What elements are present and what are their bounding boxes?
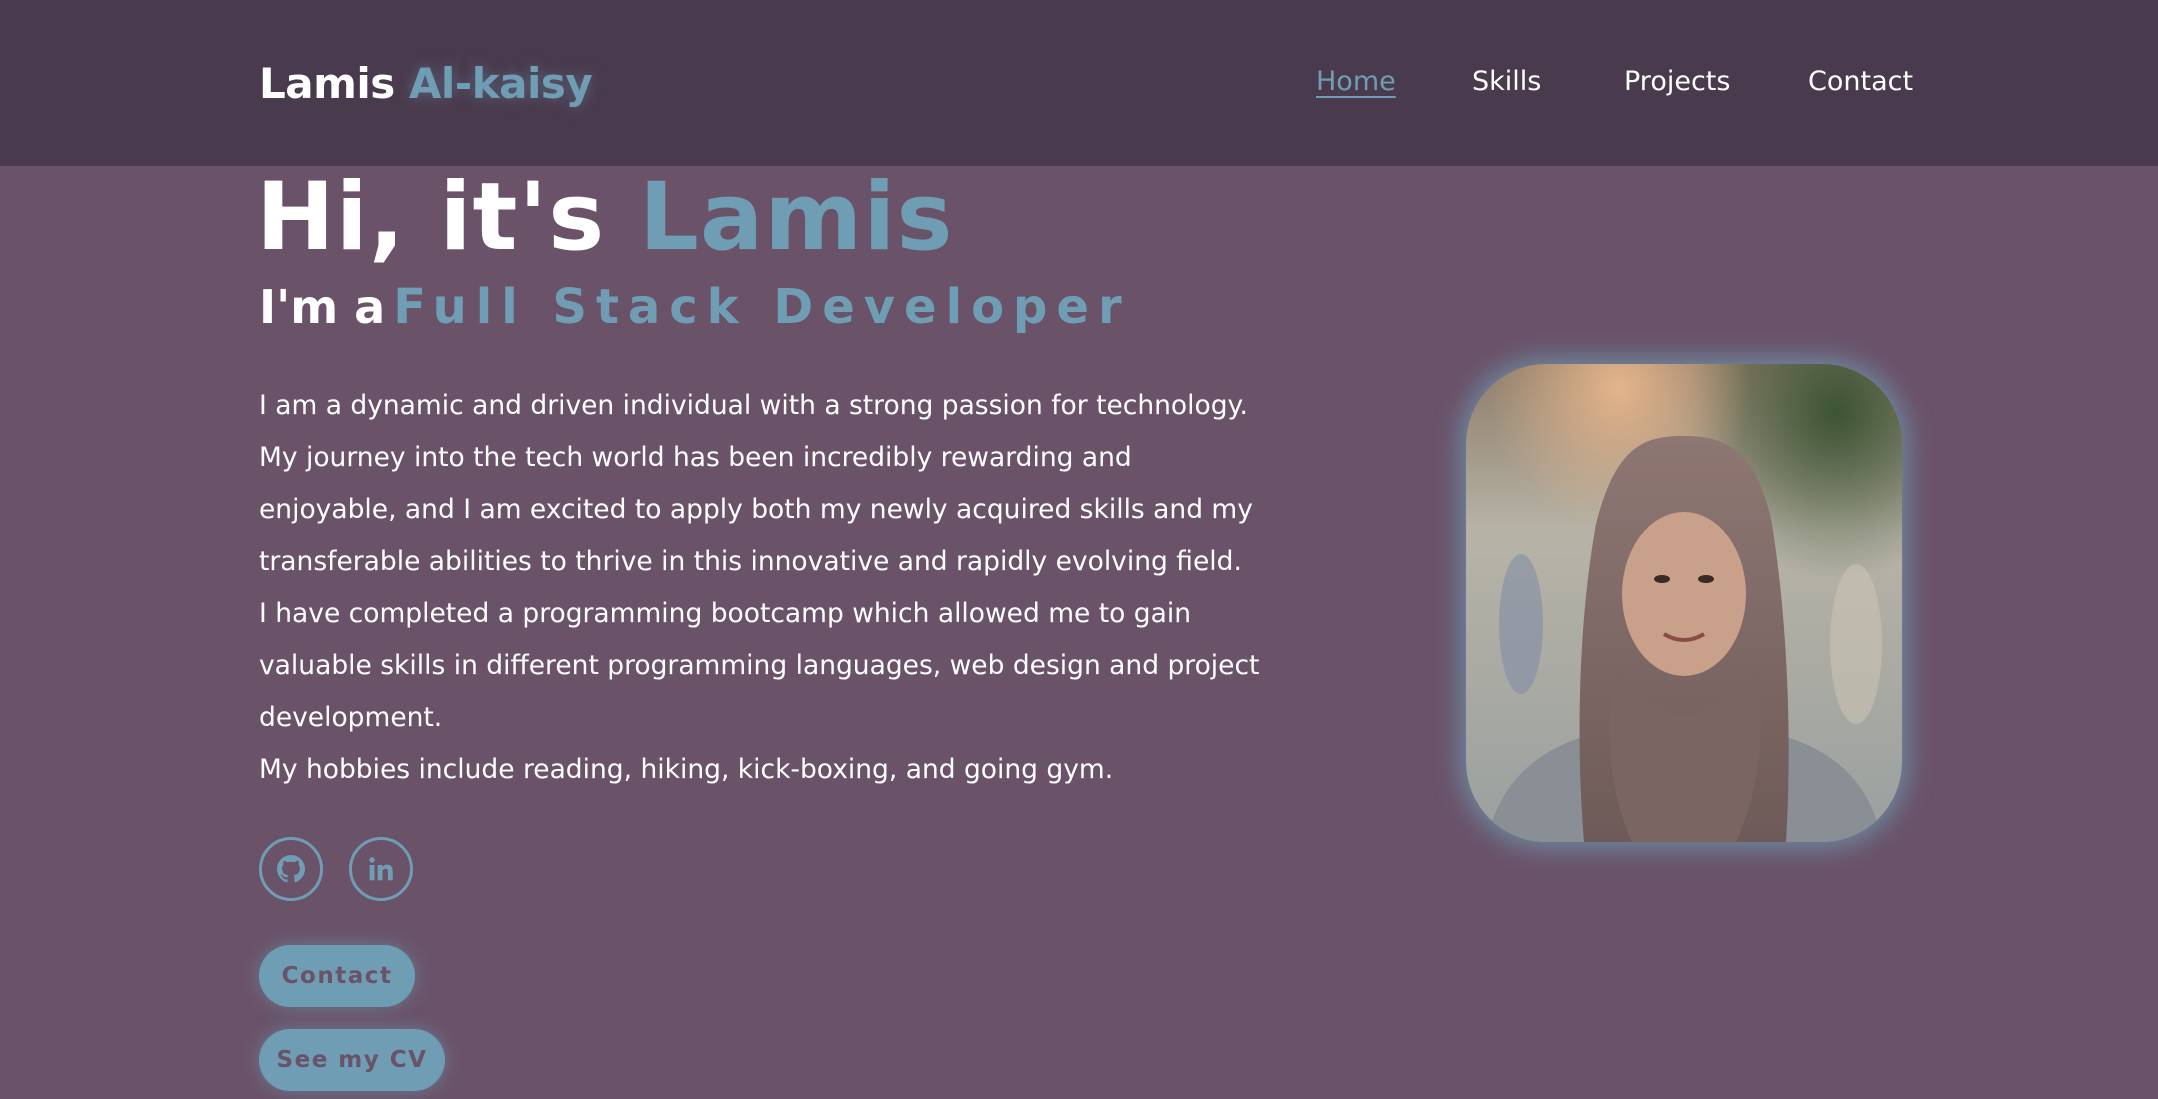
hero-greeting: Hi, it's — [256, 163, 606, 272]
hero-name: Lamis — [638, 163, 954, 272]
see-cv-button[interactable]: See my CV — [259, 1029, 445, 1091]
site-header: Lamis Al-kaisy Home Skills Projects Cont… — [0, 0, 2158, 166]
linkedin-link[interactable] — [349, 837, 413, 901]
linkedin-icon — [365, 853, 397, 885]
subtitle-role: Full Stack Developer — [393, 279, 1131, 335]
logo-last-name: Al-kaisy — [408, 59, 593, 108]
nav-link-home[interactable]: Home — [1316, 62, 1396, 102]
hero-title: Hi, it's Lamis — [256, 158, 953, 278]
about-paragraph-1: I am a dynamic and driven individual wit… — [259, 390, 1253, 577]
contact-button[interactable]: Contact — [259, 945, 415, 1007]
profile-photo — [1466, 364, 1902, 842]
github-link[interactable] — [259, 837, 323, 901]
about-text: I am a dynamic and driven individual wit… — [259, 380, 1269, 796]
nav-link-contact[interactable]: Contact — [1808, 62, 1913, 102]
hero-subtitle: I'm a Full Stack Developer — [259, 276, 1131, 349]
nav-link-skills[interactable]: Skills — [1472, 62, 1541, 102]
logo-first-name: Lamis — [259, 59, 395, 108]
nav-link-projects[interactable]: Projects — [1624, 62, 1730, 102]
about-paragraph-3: My hobbies include reading, hiking, kick… — [259, 754, 1114, 785]
about-paragraph-2: I have completed a programming bootcamp … — [259, 598, 1260, 733]
subtitle-prefix: I'm a — [259, 280, 386, 334]
profile-photo-image — [1466, 364, 1902, 842]
github-icon — [275, 853, 307, 885]
site-logo[interactable]: Lamis Al-kaisy — [259, 56, 593, 112]
